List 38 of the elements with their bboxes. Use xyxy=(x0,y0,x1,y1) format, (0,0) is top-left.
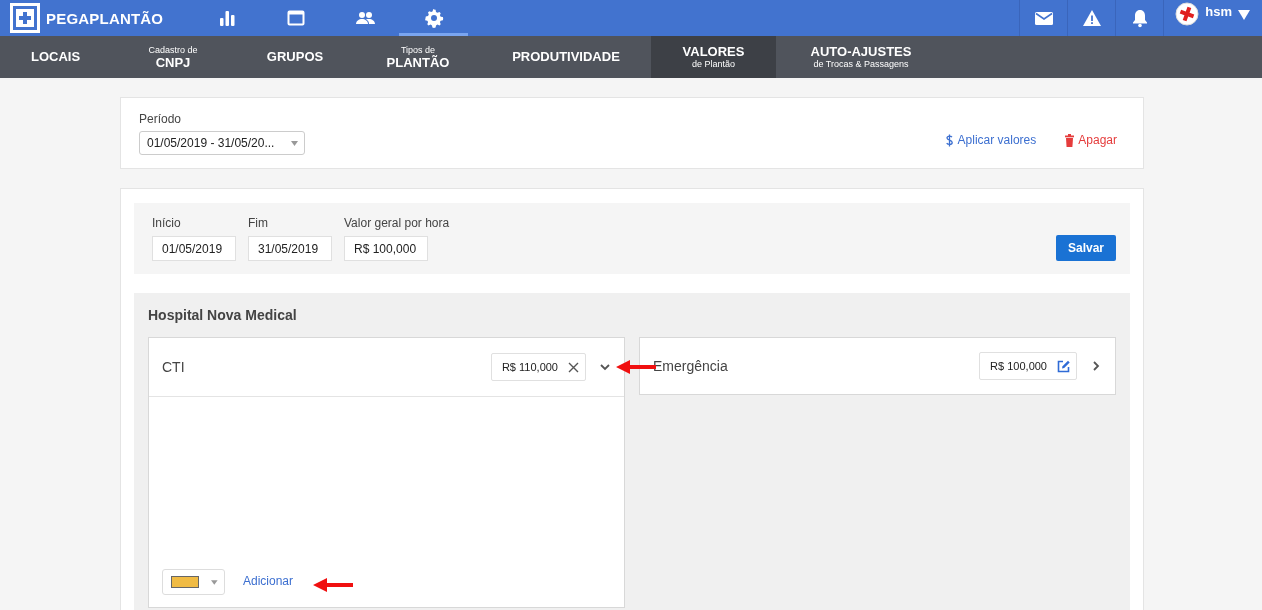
field-label: Início xyxy=(152,216,182,230)
field-label: Valor geral por hora xyxy=(344,216,450,230)
period-select[interactable]: 01/05/2019 - 31/05/20... xyxy=(139,131,305,155)
window-icon xyxy=(285,8,306,28)
input-field[interactable]: 01/05/2019 xyxy=(152,236,236,261)
input-field[interactable]: R$ 100,000 xyxy=(344,236,428,261)
delete-link[interactable]: Apagar xyxy=(1065,133,1117,147)
sector-name: CTI xyxy=(162,359,186,375)
save-button[interactable]: Salvar xyxy=(1056,235,1116,261)
hospital-title: Hospital Nova Medical xyxy=(148,307,298,323)
add-link[interactable]: Adicionar xyxy=(243,574,294,595)
input-field[interactable]: 31/05/2019 xyxy=(248,236,332,261)
warning-icon xyxy=(1081,8,1102,28)
annotation-arrow xyxy=(313,578,353,592)
color-select[interactable] xyxy=(162,569,225,595)
dollar-icon xyxy=(944,133,954,147)
caret-icon xyxy=(1238,10,1250,20)
settings-icon xyxy=(423,8,444,28)
brand-name: PEGAPLANTÃO xyxy=(46,9,164,27)
field-label: Fim xyxy=(248,216,269,230)
sub-tab[interactable]: VALORES de Plantão xyxy=(651,36,776,78)
sub-tab[interactable]: Tipos de PLANTÃO xyxy=(355,36,481,78)
cross-avatar-icon xyxy=(1175,2,1200,26)
plus-logo-icon xyxy=(10,3,40,33)
annotation-arrow xyxy=(616,360,656,374)
sub-tab[interactable]: LOCAIS xyxy=(0,36,111,78)
sub-tab[interactable]: Cadastro de CNPJ xyxy=(111,36,235,78)
apply-values-link[interactable]: Aplicar valores xyxy=(944,133,1037,147)
sub-tab[interactable]: PRODUTIVIDADE xyxy=(481,36,651,78)
sector-name: Emergência xyxy=(653,358,729,374)
trash-icon xyxy=(1065,133,1075,147)
sub-tab[interactable]: AUTO-AJUSTES de Trocas & Passagens xyxy=(776,36,946,78)
value-field[interactable]: R$ 100,000 xyxy=(979,352,1077,380)
dropdown-arrow-icon xyxy=(211,579,218,585)
period-label: Período xyxy=(139,112,183,126)
sub-tab[interactable]: GRUPOS xyxy=(235,36,355,78)
value-field[interactable]: R$ 110,000 xyxy=(490,353,586,381)
dropdown-arrow-icon xyxy=(291,140,298,146)
